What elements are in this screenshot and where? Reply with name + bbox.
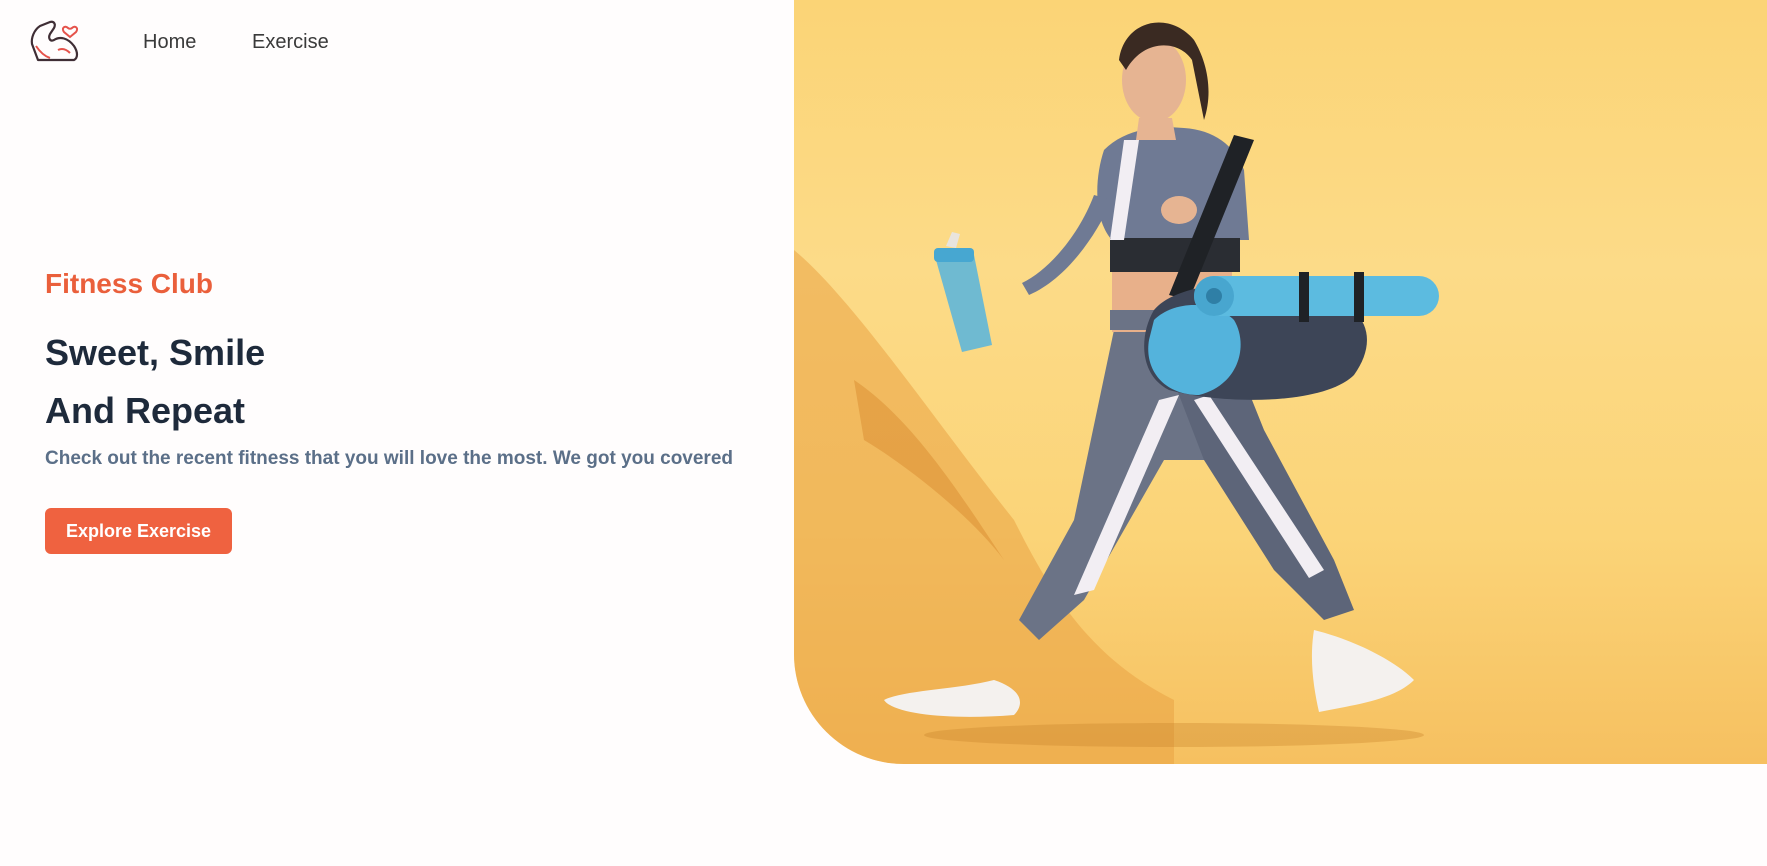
hero-image	[794, 0, 1767, 764]
headline-line-2: And Repeat	[45, 390, 246, 431]
nav-exercise-link[interactable]: Exercise	[252, 31, 329, 54]
navbar: Home Exercise	[0, 0, 780, 92]
brand-label: Fitness Club	[45, 268, 214, 299]
hero-subtitle: Check out the recent fitness that you wi…	[45, 448, 733, 469]
flexed-arm-heart-icon[interactable]	[28, 16, 82, 68]
nav-home-link[interactable]: Home	[143, 31, 196, 54]
headline-line-1: Sweet, Smile	[45, 332, 266, 373]
explore-exercise-button[interactable]: Explore Exercise	[45, 508, 232, 554]
